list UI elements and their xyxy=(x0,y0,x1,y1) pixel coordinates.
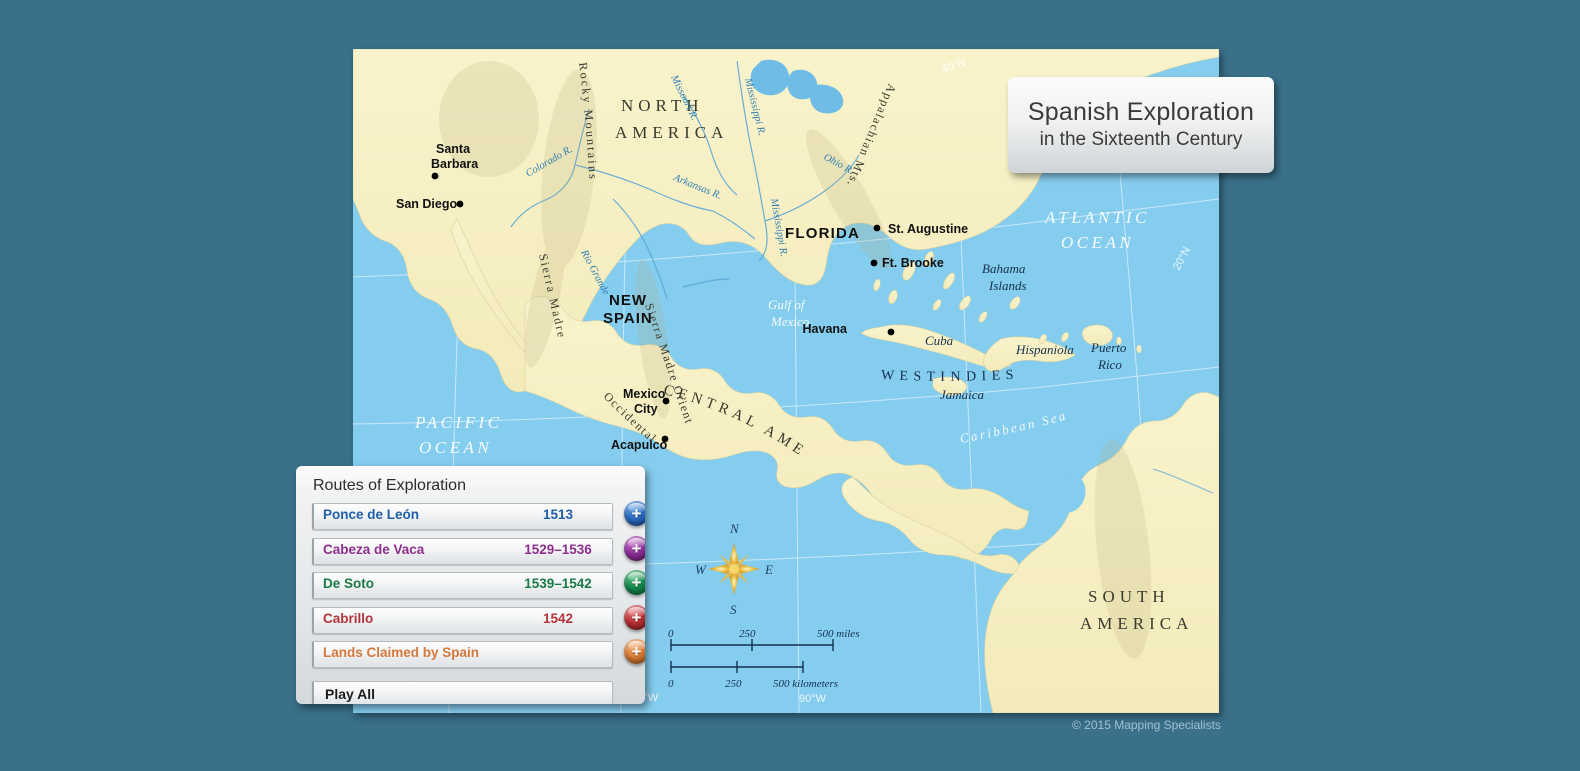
legend-add-route-button[interactable]: + xyxy=(624,570,645,595)
copyright-credit: © 2015 Mapping Specialists xyxy=(1072,718,1221,732)
label-city-acapulco: Acapulco xyxy=(611,438,668,452)
compass-label-e: E xyxy=(764,562,773,577)
routes-legend-panel: Routes of Exploration Ponce de León 1513… xyxy=(296,466,645,704)
legend-row-cabrillo[interactable]: Cabrillo 1542 + xyxy=(312,604,645,634)
legend-route-name: Cabrillo xyxy=(323,610,374,626)
legend-route-years: 1542 xyxy=(542,610,574,626)
label-city-st-augustine: St. Augustine xyxy=(888,222,968,236)
label-city-san-diego: San Diego xyxy=(396,197,457,211)
map-title-plaque: Spanish Exploration in the Sixteenth Cen… xyxy=(1008,77,1274,173)
plus-icon: + xyxy=(631,642,642,661)
legend-row-cabeza-de-vaca[interactable]: Cabeza de Vaca 1529–1536 + xyxy=(312,535,645,565)
label-city-havana: Havana xyxy=(803,322,849,336)
city-dot-ft-brooke xyxy=(870,259,878,267)
legend-row-de-soto[interactable]: De Soto 1539–1542 + xyxy=(312,570,645,599)
plus-icon: + xyxy=(631,573,642,592)
label-city-mexico-city: Mexico xyxy=(623,387,666,401)
label-florida: FLORIDA xyxy=(785,225,860,242)
city-dot-san-diego xyxy=(456,200,464,208)
compass-label-n: N xyxy=(729,521,740,536)
label-ocean: OCEAN xyxy=(1061,233,1134,252)
scale-tick-km: 0 xyxy=(668,678,674,690)
legend-route-name: Ponce de León xyxy=(323,507,420,522)
legend-route-name: De Soto xyxy=(323,576,375,591)
label-continent: AMERICA xyxy=(615,123,728,142)
legend-row-lands-claimed-by-spain[interactable]: Lands Claimed by Spain + xyxy=(312,639,645,668)
label-island-puerto-rico: Puerto xyxy=(1090,340,1127,355)
compass-label-w: W xyxy=(695,562,707,577)
legend-add-route-button[interactable]: + xyxy=(624,535,645,561)
label-island-bahama: Islands xyxy=(988,278,1027,293)
label-city-ft-brooke: Ft. Brooke xyxy=(882,256,944,270)
scale-tick-km: 250 xyxy=(725,678,742,690)
scale-tick-miles: 0 xyxy=(668,628,674,640)
legend-route-years: 1529–1536 xyxy=(524,541,592,557)
label-island-bahama: Bahama xyxy=(982,261,1026,276)
compass-label-s: S xyxy=(730,602,737,617)
city-dot-havana xyxy=(887,328,895,336)
label-island-hispaniola: Hispaniola xyxy=(1015,342,1074,357)
label-new-spain: NEW xyxy=(609,292,647,309)
label-continent: AMERICA xyxy=(1080,614,1193,633)
label-continent: SOUTH xyxy=(1088,587,1170,606)
legend-route-years: 1539–1542 xyxy=(524,576,592,591)
label-city-santa-barbara: Barbara xyxy=(431,157,479,171)
legend-add-route-button[interactable]: + xyxy=(624,501,645,526)
legend-row-ponce-de-leon[interactable]: Ponce de León 1513 + xyxy=(312,501,645,530)
label-island-cuba: Cuba xyxy=(925,333,954,348)
play-all-button[interactable]: Play All xyxy=(312,681,613,704)
label-ocean: PACIFIC xyxy=(414,413,502,432)
map-title-line1: Spanish Exploration xyxy=(1027,98,1255,127)
plus-icon: + xyxy=(631,538,642,558)
label-city-mexico-city: City xyxy=(634,402,658,416)
label-ocean: OCEAN xyxy=(419,438,492,457)
scale-tick-miles: 500 miles xyxy=(817,628,859,640)
scale-tick-miles: 250 xyxy=(739,628,756,640)
city-dot-st-augustine xyxy=(873,224,881,232)
legend-route-years: 1513 xyxy=(542,507,574,522)
plus-icon: + xyxy=(631,504,642,523)
legend-add-route-button[interactable]: + xyxy=(624,604,645,630)
app-root: NORTH AMERICA SOUTH AMERICA ATLANTIC OCE… xyxy=(0,0,1580,771)
label-graticule-90w: 90°W xyxy=(799,693,827,705)
label-west-indies: W E S T I N D I E S xyxy=(881,368,1015,385)
label-island-jamaica: Jamaica xyxy=(940,387,985,402)
legend-route-name: Cabeza de Vaca xyxy=(323,541,425,557)
label-gulf-of-mexico: Gulf of xyxy=(768,297,807,312)
play-all-label: Play All xyxy=(325,686,376,702)
scale-tick-km: 500 kilometers xyxy=(773,678,838,690)
legend-row-list: Ponce de León 1513 + Cabeza de Vaca 1529… xyxy=(312,501,645,676)
label-island-puerto-rico: Rico xyxy=(1097,357,1122,372)
label-ocean: ATLANTIC xyxy=(1044,208,1150,227)
legend-heading: Routes of Exploration xyxy=(313,477,466,494)
legend-route-name: Lands Claimed by Spain xyxy=(323,645,480,660)
map-title-line2: in the Sixteenth Century xyxy=(1039,128,1243,150)
label-city-santa-barbara: Santa xyxy=(436,142,471,156)
plus-icon: + xyxy=(631,607,642,627)
city-dot-santa-barbara xyxy=(431,172,439,180)
legend-add-route-button[interactable]: + xyxy=(624,639,645,664)
